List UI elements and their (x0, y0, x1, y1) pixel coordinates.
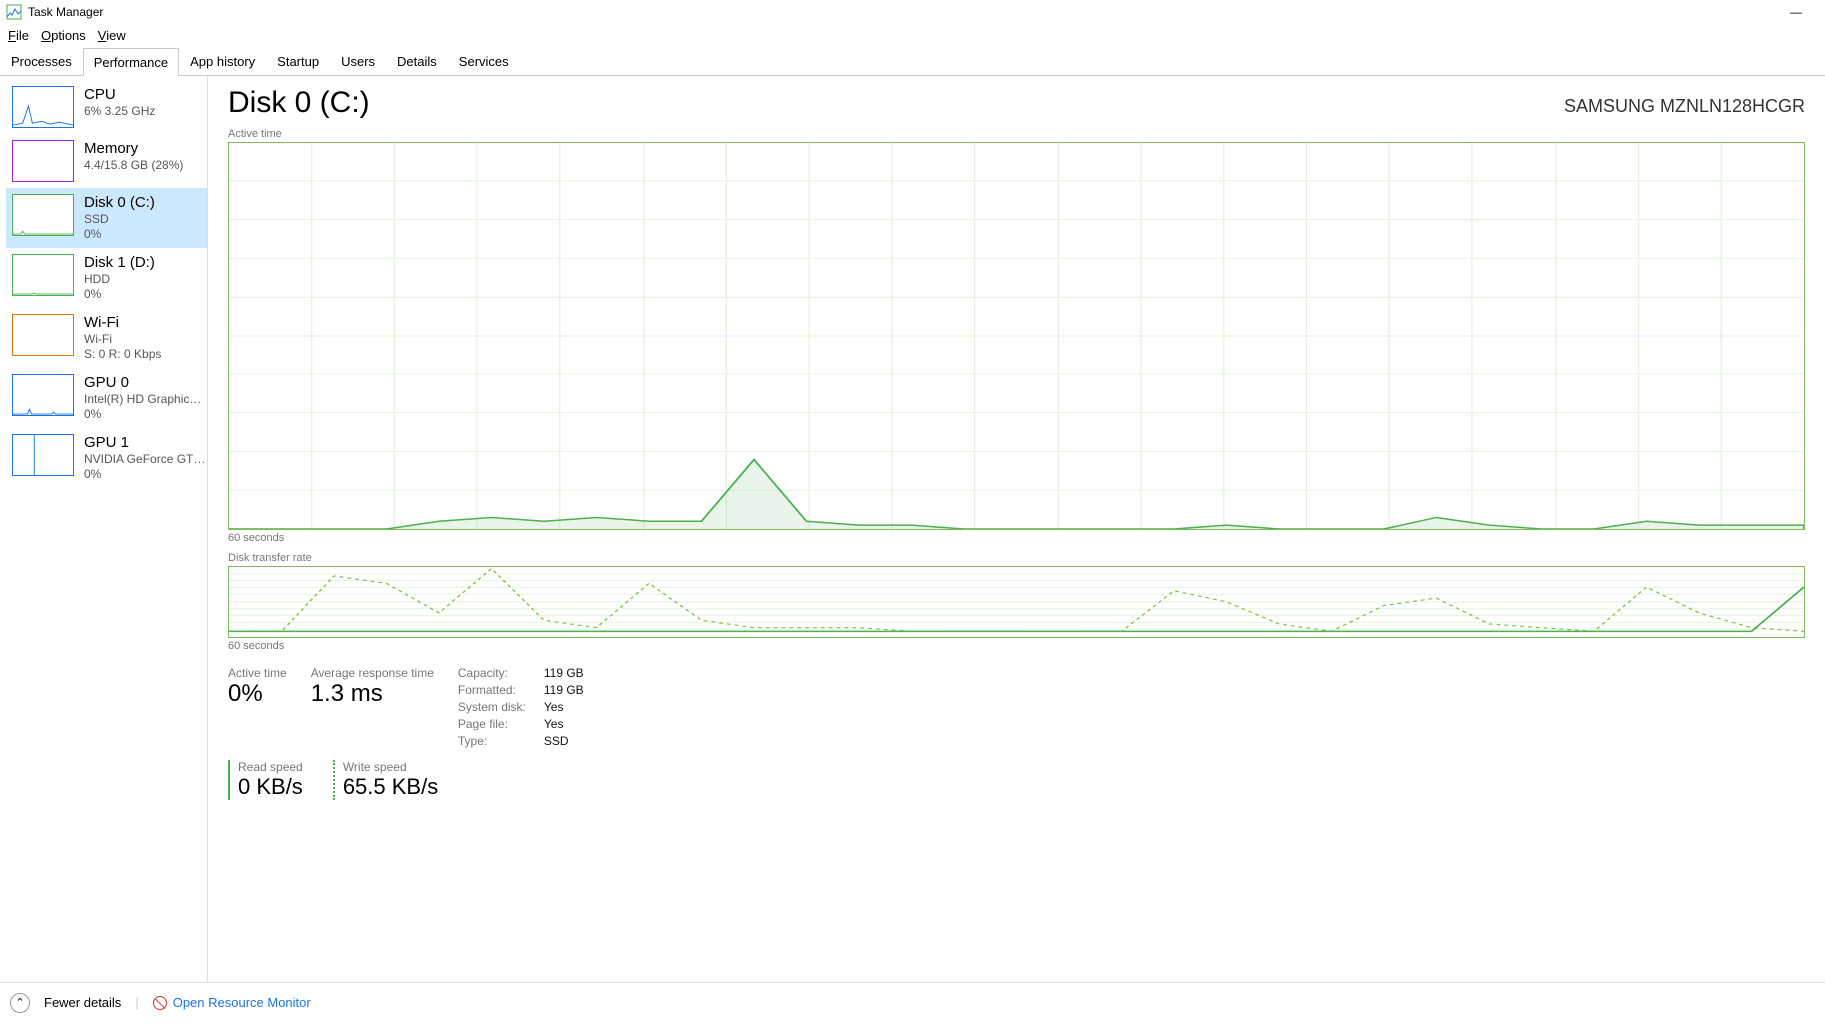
sidebar-gpu0-line1: Intel(R) HD Graphics ... (84, 392, 206, 407)
menubar: File Options View (0, 24, 1825, 47)
sidebar-disk1-line2: 0% (84, 287, 155, 302)
resource-monitor-icon (153, 996, 167, 1010)
stats-row: Active time 0% Average response time 1.3… (228, 666, 1805, 748)
tab-performance[interactable]: Performance (83, 48, 179, 76)
write-speed-value: 65.5 KB/s (343, 774, 438, 800)
sidebar-gpu1-line1: NVIDIA GeForce GTX... (84, 452, 206, 467)
capacity-label: Capacity: (458, 666, 544, 680)
sidebar-gpu0-title: GPU 0 (84, 374, 206, 391)
open-resource-monitor-link[interactable]: Open Resource Monitor (153, 995, 311, 1010)
mini-chart-disk0 (12, 194, 74, 236)
sidebar-item-gpu0[interactable]: GPU 0 Intel(R) HD Graphics ... 0% (6, 368, 207, 428)
chart1-xaxis: 60 seconds (228, 532, 1805, 544)
sidebar-disk1-line1: HDD (84, 272, 155, 287)
formatted-value: 119 GB (544, 683, 624, 697)
main-panel: Disk 0 (C:) SAMSUNG MZNLN128HCGR Active … (208, 76, 1825, 982)
mini-chart-gpu1 (12, 434, 74, 476)
disk-model: SAMSUNG MZNLN128HCGR (1564, 96, 1805, 117)
tab-startup[interactable]: Startup (266, 47, 330, 75)
mini-chart-disk1 (12, 254, 74, 296)
sidebar-disk0-line2: 0% (84, 227, 155, 242)
chevron-up-icon[interactable]: ⌃ (10, 993, 30, 1013)
sidebar-memory-line1: 4.4/15.8 GB (28%) (84, 158, 183, 173)
menu-file[interactable]: File (8, 28, 29, 43)
sidebar-memory-title: Memory (84, 140, 183, 157)
sidebar-gpu1-line2: 0% (84, 467, 206, 482)
read-speed-label: Read speed (238, 760, 303, 774)
fewer-details-button[interactable]: Fewer details (44, 995, 121, 1010)
mini-chart-memory (12, 140, 74, 182)
sysdisk-label: System disk: (458, 700, 544, 714)
tab-details[interactable]: Details (386, 47, 448, 75)
chart1-label: Active time (228, 128, 1805, 140)
footer: ⌃ Fewer details | Open Resource Monitor (0, 982, 1825, 1022)
window-title: Task Manager (28, 5, 103, 19)
sidebar-gpu0-line2: 0% (84, 407, 206, 422)
sysdisk-value: Yes (544, 700, 624, 714)
task-manager-icon (6, 4, 22, 20)
chart2-label: Disk transfer rate (228, 552, 1805, 564)
sidebar-cpu-line1: 6% 3.25 GHz (84, 104, 155, 119)
type-label: Type: (458, 734, 544, 748)
avg-response-value: 1.3 ms (311, 680, 434, 708)
titlebar: Task Manager — (0, 0, 1825, 24)
active-time-label: Active time (228, 666, 287, 680)
read-speed-value: 0 KB/s (238, 774, 303, 800)
tab-users[interactable]: Users (330, 47, 386, 75)
sidebar-item-disk0[interactable]: Disk 0 (C:) SSD 0% (6, 188, 207, 248)
active-time-value: 0% (228, 680, 287, 708)
sidebar-item-wifi[interactable]: Wi-Fi Wi-Fi S: 0 R: 0 Kbps (6, 308, 207, 368)
sidebar-item-cpu[interactable]: CPU 6% 3.25 GHz (6, 80, 207, 134)
formatted-label: Formatted: (458, 683, 544, 697)
sidebar-disk0-line1: SSD (84, 212, 155, 227)
tab-processes[interactable]: Processes (0, 47, 83, 75)
sidebar-disk1-title: Disk 1 (D:) (84, 254, 155, 271)
tab-services[interactable]: Services (448, 47, 520, 75)
sidebar-item-disk1[interactable]: Disk 1 (D:) HDD 0% (6, 248, 207, 308)
tab-app-history[interactable]: App history (179, 47, 266, 75)
avg-response-label: Average response time (311, 666, 434, 680)
sidebar-wifi-line1: Wi-Fi (84, 332, 161, 347)
sidebar-item-memory[interactable]: Memory 4.4/15.8 GB (28%) (6, 134, 207, 188)
transfer-rate-chart (228, 566, 1805, 638)
page-title: Disk 0 (C:) (228, 86, 370, 120)
mini-chart-wifi (12, 314, 74, 356)
sidebar-gpu1-title: GPU 1 (84, 434, 206, 451)
write-speed-label: Write speed (343, 760, 438, 774)
menu-options[interactable]: Options (41, 28, 86, 43)
type-value: SSD (544, 734, 624, 748)
pagefile-value: Yes (544, 717, 624, 731)
tabbar: Processes Performance App history Startu… (0, 47, 1825, 76)
sidebar-wifi-line2: S: 0 R: 0 Kbps (84, 347, 161, 362)
pagefile-label: Page file: (458, 717, 544, 731)
active-time-chart (228, 142, 1805, 530)
chart2-xaxis: 60 seconds (228, 640, 1805, 652)
sidebar-disk0-title: Disk 0 (C:) (84, 194, 155, 211)
mini-chart-cpu (12, 86, 74, 128)
mini-chart-gpu0 (12, 374, 74, 416)
capacity-value: 119 GB (544, 666, 624, 680)
sidebar-cpu-title: CPU (84, 86, 155, 103)
minimize-button[interactable]: — (1773, 0, 1819, 24)
performance-sidebar: CPU 6% 3.25 GHz Memory 4.4/15.8 GB (28%)… (0, 76, 208, 982)
sidebar-item-gpu1[interactable]: GPU 1 NVIDIA GeForce GTX... 0% (6, 428, 207, 488)
menu-view[interactable]: View (98, 28, 126, 43)
sidebar-wifi-title: Wi-Fi (84, 314, 161, 331)
